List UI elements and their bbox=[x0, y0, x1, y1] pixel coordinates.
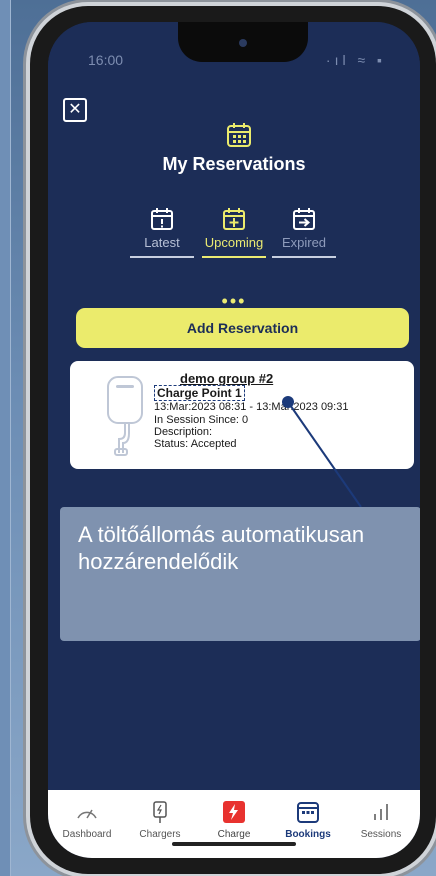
nav-bookings[interactable]: Bookings bbox=[271, 800, 345, 840]
tab-latest[interactable]: Latest bbox=[130, 207, 194, 258]
tab-underline bbox=[130, 256, 194, 258]
status-time: 16:00 bbox=[88, 52, 124, 68]
phone-frame: 16:00 ·ıl ≈ ▪ ✕ My Reservations Latest U… bbox=[30, 6, 436, 874]
calendar-icon bbox=[227, 123, 251, 147]
close-icon: ✕ bbox=[68, 101, 82, 118]
phone-screen: 16:00 ·ıl ≈ ▪ ✕ My Reservations Latest U… bbox=[48, 22, 420, 858]
nav-charge[interactable]: Charge bbox=[197, 800, 271, 840]
nav-charge-label: Charge bbox=[217, 829, 251, 840]
calendar-icon bbox=[297, 802, 319, 823]
charger-icon bbox=[153, 801, 167, 823]
calendar-alert-icon bbox=[151, 208, 173, 230]
tab-expired[interactable]: Expired bbox=[272, 207, 336, 258]
tab-expired-label: Expired bbox=[281, 235, 327, 250]
reservation-tabs: Latest Upcoming Expired bbox=[130, 207, 340, 258]
nav-dashboard[interactable]: Dashboard bbox=[50, 800, 124, 840]
charge-point-label: Charge Point 1 bbox=[154, 385, 245, 401]
tab-underline-active bbox=[202, 256, 266, 258]
tab-latest-label: Latest bbox=[144, 235, 180, 250]
session-info: In Session Since: 0 bbox=[154, 414, 249, 426]
add-reservation-button[interactable]: Add Reservation bbox=[76, 308, 409, 348]
home-indicator bbox=[172, 842, 296, 846]
close-button[interactable]: ✕ bbox=[63, 98, 87, 122]
nav-chargers-label: Chargers bbox=[139, 829, 181, 840]
annotation-callout: A töltőállomás automatikusan hozzárendel… bbox=[60, 507, 420, 641]
camera-notch bbox=[178, 22, 308, 62]
speedometer-icon bbox=[77, 809, 97, 819]
tab-upcoming[interactable]: Upcoming bbox=[202, 207, 266, 258]
background-strip bbox=[0, 0, 11, 876]
status-label: Status: Accepted bbox=[154, 438, 237, 450]
calendar-plus-icon bbox=[223, 208, 245, 230]
reservation-card[interactable]: demo group #2 Charge Point 1 13:Mar:2023… bbox=[70, 361, 414, 469]
nav-dashboard-label: Dashboard bbox=[62, 829, 112, 840]
bar-chart-icon bbox=[374, 804, 388, 820]
nav-sessions[interactable]: Sessions bbox=[344, 800, 418, 840]
nav-chargers[interactable]: Chargers bbox=[123, 800, 197, 840]
nav-sessions-label: Sessions bbox=[360, 829, 402, 840]
content-area: 16:00 ·ıl ≈ ▪ ✕ My Reservations Latest U… bbox=[48, 22, 420, 790]
page-title: My Reservations bbox=[162, 154, 306, 174]
description-label: Description: bbox=[154, 426, 213, 438]
lightning-icon bbox=[223, 801, 245, 823]
calendar-arrow-icon bbox=[293, 208, 315, 230]
reservation-time: 13:Mar:2023 08:31 - 13:Mar:2023 09:31 bbox=[154, 401, 349, 413]
charger-device-icon bbox=[107, 376, 143, 456]
tab-underline bbox=[272, 256, 336, 258]
status-icons: ·ıl ≈ ▪ bbox=[325, 52, 386, 68]
bottom-nav: Dashboard Chargers Charge Bookings Sessi… bbox=[48, 790, 420, 858]
nav-bookings-label: Bookings bbox=[285, 829, 331, 840]
group-name: demo group #2 bbox=[180, 371, 274, 386]
tab-upcoming-label: Upcoming bbox=[204, 235, 264, 250]
